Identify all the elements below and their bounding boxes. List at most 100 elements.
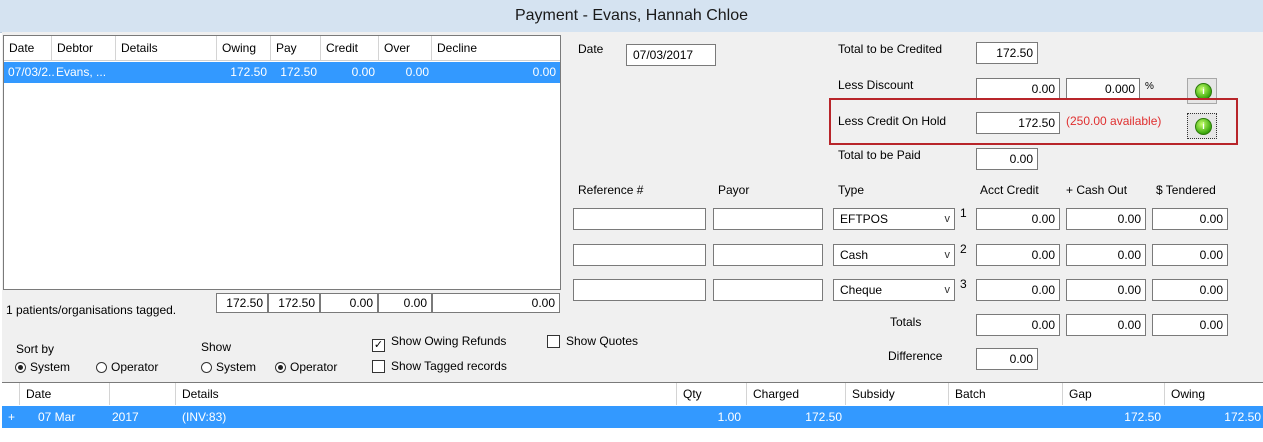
debtor-grid[interactable]: Date Debtor Details Owing Pay Credit Ove… [3,35,561,290]
show-quotes-checkbox[interactable]: Show Quotes [547,334,638,348]
tagged-owing-total: 172.50 [216,293,268,313]
total-to-be-credited-value: 172.50 [976,42,1038,64]
col-qty[interactable]: Qty [677,383,747,405]
reference-input-2[interactable] [573,244,706,266]
total-to-be-credited-label: Total to be Credited [838,42,943,56]
date-input[interactable]: 07/03/2017 [626,44,716,66]
tendered-input-3[interactable]: 0.00 [1152,279,1228,301]
difference-label: Difference [888,349,943,363]
less-credit-on-hold-input[interactable]: 172.50 [976,112,1060,134]
type-select-1[interactable]: EFTPOS v [833,208,955,230]
acct-credit-input-1[interactable]: 0.00 [976,208,1060,230]
col-owing[interactable]: Owing [217,36,271,60]
show-label: Show [201,340,232,354]
col-decline[interactable]: Decline [432,36,560,60]
cell-year: 2017 [112,410,139,424]
payor-input-2[interactable] [713,244,823,266]
payor-input-1[interactable] [713,208,823,230]
tendered-input-1[interactable]: 0.00 [1152,208,1228,230]
col-date[interactable]: Date [20,383,110,405]
sort-by-operator-radio[interactable]: Operator [96,360,158,374]
chevron-down-icon: v [944,249,951,261]
col-batch[interactable]: Batch [949,383,1063,405]
debtor-grid-header: Date Debtor Details Owing Pay Credit Ove… [4,36,560,61]
radio-selected-icon [15,362,26,373]
tagged-count-label: 1 patients/organisations tagged. [6,303,177,317]
tendered-input-2[interactable]: 0.00 [1152,244,1228,266]
radio-selected-icon [275,362,286,373]
reference-input-1[interactable] [573,208,706,230]
tagged-over-total: 0.00 [378,293,432,313]
row-number-1: 1 [960,206,967,220]
less-discount-input[interactable]: 0.00 [976,78,1060,100]
row-number-2: 2 [960,242,967,256]
detail-grid[interactable]: Date Details Qty Charged Subsidy Batch G… [2,382,1263,442]
cash-out-input-2[interactable]: 0.00 [1066,244,1146,266]
difference-value: 0.00 [976,348,1038,370]
col-subsidy[interactable]: Subsidy [846,383,949,405]
checkbox-icon [372,360,385,373]
show-owing-refunds-checkbox[interactable]: ✓ Show Owing Refunds [372,334,506,352]
credit-hold-info-button[interactable]: i [1187,113,1217,139]
type-select-2[interactable]: Cash v [833,244,955,266]
col-expander [2,383,20,405]
acct-credit-input-2[interactable]: 0.00 [976,244,1060,266]
cell-date: 07/03/2... [8,65,54,79]
totals-acct-credit: 0.00 [976,314,1060,336]
col-over[interactable]: Over [379,36,432,60]
date-label: Date [578,42,604,56]
chevron-down-icon: v [944,284,951,296]
col-pay[interactable]: Pay [271,36,321,60]
cell-details: (INV:83) [182,410,227,424]
cell-decline: 0.00 [532,65,556,79]
acct-credit-header: Acct Credit [980,183,1039,197]
less-discount-label: Less Discount [838,78,914,92]
cell-subsidy [852,406,942,428]
totals-cash-out: 0.00 [1066,314,1146,336]
reference-header: Reference # [578,183,644,197]
radio-icon [201,362,212,373]
row-number-3: 3 [960,277,967,291]
reference-input-3[interactable] [573,279,706,301]
cell-details [118,62,214,83]
col-gap[interactable]: Gap [1063,383,1165,405]
col-details[interactable]: Details [116,36,217,60]
cell-credit: 0.00 [351,65,375,79]
cell-charged: 172.50 [805,410,842,424]
cash-out-input-3[interactable]: 0.00 [1066,279,1146,301]
tagged-decline-total: 0.00 [432,293,560,313]
show-operator-radio[interactable]: Operator [275,360,337,374]
cell-date: 07 Mar [38,410,76,424]
acct-credit-input-3[interactable]: 0.00 [976,279,1060,301]
table-row[interactable]: 07/03/2... Evans, ... 172.50 172.50 0.00… [4,62,560,83]
discount-percent-input[interactable]: 0.000 [1066,78,1140,100]
cell-qty: 1.00 [717,410,741,424]
col-owing[interactable]: Owing [1165,383,1263,405]
row-expand-icon[interactable]: + [8,406,20,428]
show-system-radio[interactable]: System [201,360,256,374]
total-to-be-paid-value: 0.00 [976,148,1038,170]
type-header: Type [838,183,865,197]
checkmark-icon: ✓ [372,339,385,352]
payor-header: Payor [718,183,750,197]
credit-available-text: (250.00 available) [1066,114,1162,128]
tagged-credit-total: 0.00 [320,293,378,313]
col-charged[interactable]: Charged [747,383,846,405]
show-tagged-records-checkbox[interactable]: Show Tagged records [372,359,507,373]
col-credit[interactable]: Credit [321,36,379,60]
col-debtor[interactable]: Debtor [52,36,116,60]
col-year[interactable] [110,383,176,405]
type-select-3[interactable]: Cheque v [833,279,955,301]
table-row[interactable]: + 07 Mar 2017 (INV:83) 1.00 172.50 172.5… [2,406,1263,428]
payor-input-3[interactable] [713,279,823,301]
cash-out-input-1[interactable]: 0.00 [1066,208,1146,230]
sort-by-system-radio[interactable]: System [15,360,70,374]
col-details[interactable]: Details [176,383,677,405]
checkbox-icon [547,335,560,348]
cell-debtor: Evans, ... [56,65,107,79]
totals-label: Totals [890,315,922,329]
tagged-pay-total: 172.50 [268,293,320,313]
chevron-down-icon: v [944,213,951,225]
radio-icon [96,362,107,373]
col-date[interactable]: Date [4,36,52,60]
